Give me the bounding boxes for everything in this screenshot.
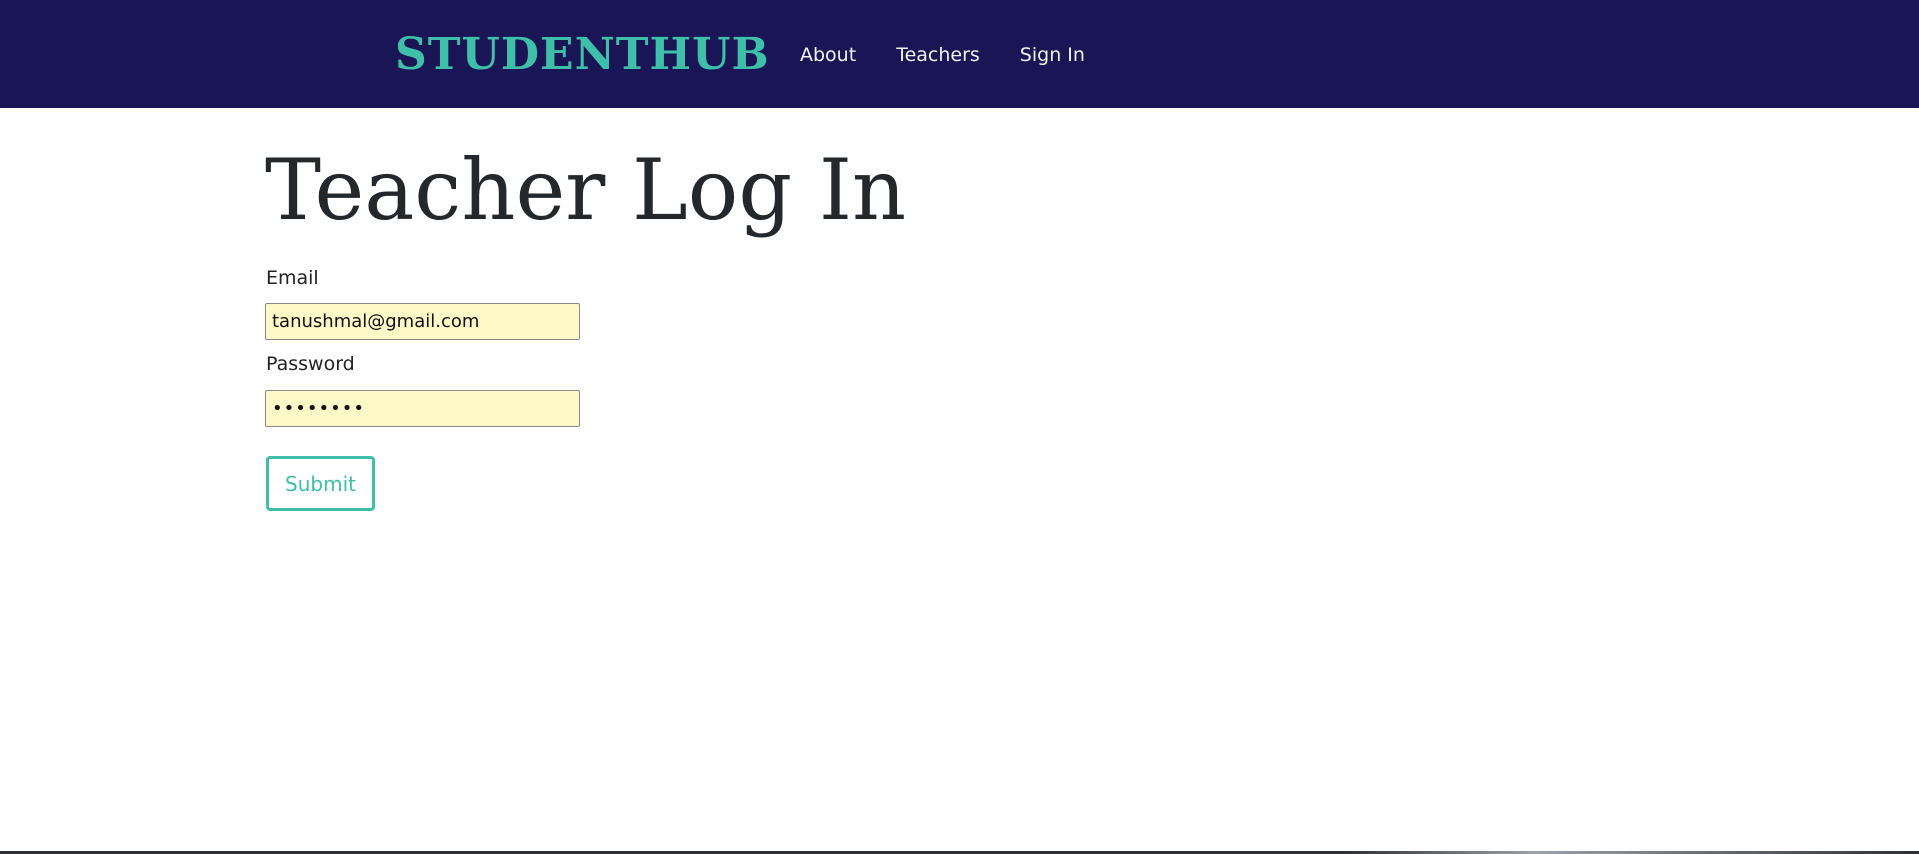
email-label: Email <box>266 267 319 289</box>
nav-link-teachers[interactable]: Teachers <box>896 40 980 70</box>
submit-button[interactable]: Submit <box>266 456 375 511</box>
email-field[interactable] <box>265 303 580 340</box>
nav-links: About Teachers Sign In <box>800 40 1085 70</box>
page-title: Teacher Log In <box>265 141 907 239</box>
nav-link-about[interactable]: About <box>800 40 856 70</box>
password-label: Password <box>266 353 355 375</box>
top-navbar: STUDENTHUB About Teachers Sign In <box>0 0 1919 108</box>
password-field[interactable] <box>265 390 580 427</box>
brand-logo[interactable]: STUDENTHUB <box>395 26 770 84</box>
nav-link-sign-in[interactable]: Sign In <box>1020 40 1085 70</box>
